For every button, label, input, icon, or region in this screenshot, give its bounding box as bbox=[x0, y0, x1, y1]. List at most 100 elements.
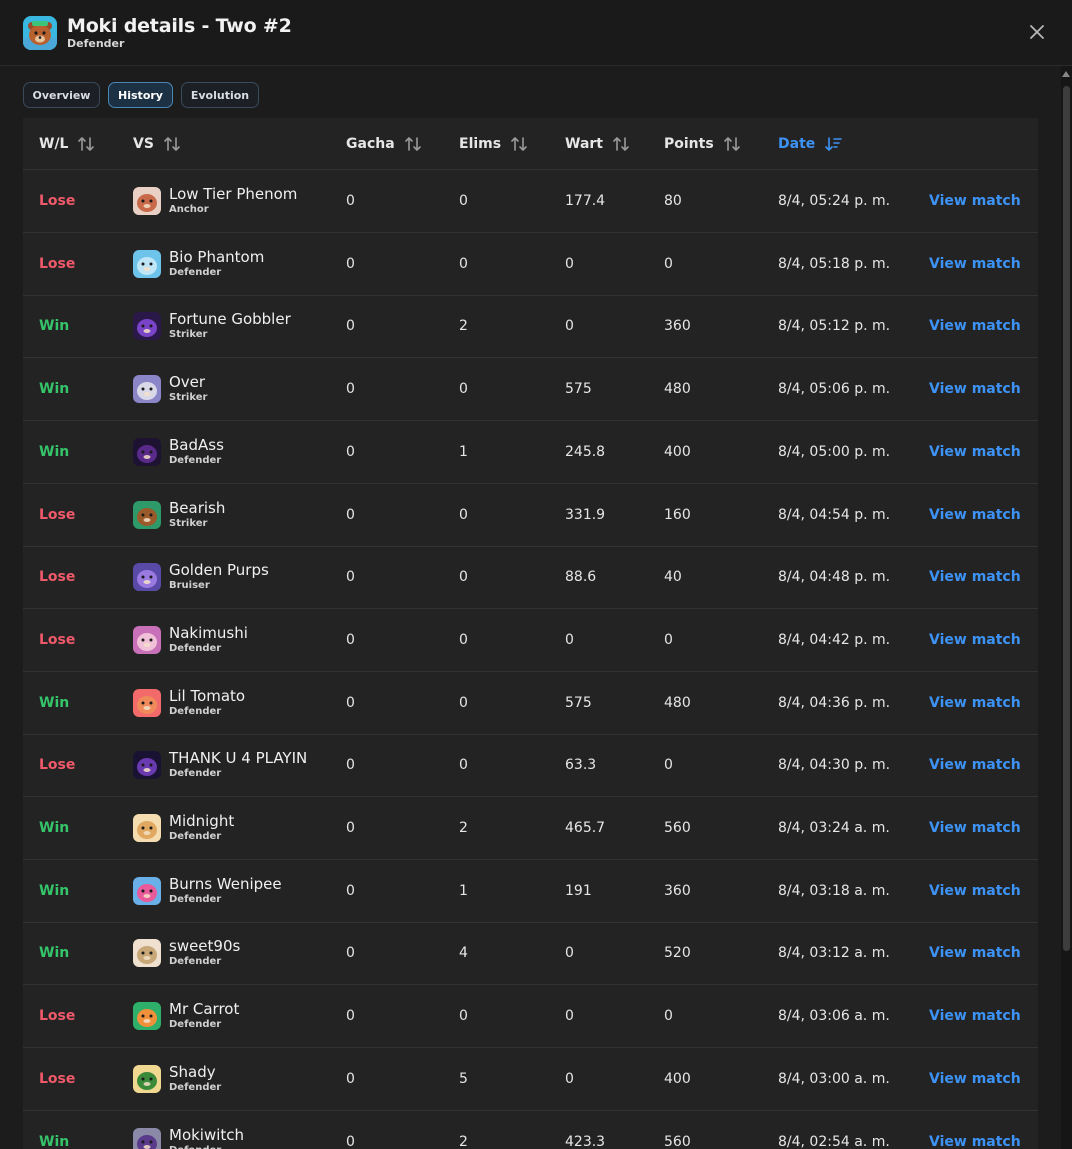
table-row: Win Fortune Gobbler Striker 0 2 0 360 8/… bbox=[23, 295, 1038, 359]
opponent-role: Defender bbox=[169, 1019, 222, 1031]
opponent-avatar-icon bbox=[133, 1064, 161, 1093]
wart-cell: 88.6 bbox=[565, 569, 597, 586]
gacha-cell: 0 bbox=[346, 882, 355, 899]
view-match-link[interactable]: View match bbox=[929, 233, 1021, 295]
column-header-gacha[interactable]: Gacha bbox=[346, 135, 422, 153]
result-cell: Win bbox=[39, 882, 70, 899]
table-row: Lose THANK U 4 PLAYIN Defender 0 0 63.3 … bbox=[23, 734, 1038, 798]
opponent-name: Shady bbox=[169, 1062, 216, 1081]
elims-cell: 0 bbox=[459, 694, 468, 711]
gacha-cell: 0 bbox=[346, 1008, 355, 1025]
column-header-points[interactable]: Points bbox=[664, 135, 741, 153]
column-header-elims[interactable]: Elims bbox=[459, 135, 528, 153]
opponent-role: Defender bbox=[169, 266, 222, 278]
gacha-cell: 0 bbox=[346, 1070, 355, 1087]
opponent-cell[interactable]: Fortune Gobbler Striker bbox=[133, 295, 291, 357]
points-cell: 40 bbox=[664, 569, 682, 586]
gacha-cell: 0 bbox=[346, 506, 355, 523]
opponent-role: Defender bbox=[169, 1145, 244, 1149]
opponent-cell[interactable]: Bearish Striker bbox=[133, 484, 225, 546]
sort-icon bbox=[723, 137, 740, 151]
opponent-name: THANK U 4 PLAYIN bbox=[169, 749, 308, 768]
table-row: Win Burns Wenipee Defender 0 1 191 360 8… bbox=[23, 860, 1038, 923]
column-label: VS bbox=[133, 136, 154, 152]
column-header-vs[interactable]: VS bbox=[133, 135, 181, 153]
wart-cell: 575 bbox=[565, 694, 592, 711]
table-row: Lose Shady Defender 0 5 0 400 8/4, 03:00… bbox=[23, 1048, 1038, 1111]
elims-cell: 0 bbox=[459, 631, 468, 648]
view-match-link[interactable]: View match bbox=[929, 860, 1021, 922]
date-cell: 8/4, 04:48 p. m. bbox=[778, 569, 891, 586]
result-cell: Win bbox=[39, 820, 70, 836]
column-label: Date bbox=[778, 136, 816, 152]
scrollbar[interactable] bbox=[1061, 66, 1072, 1149]
points-cell: 560 bbox=[664, 820, 691, 836]
wart-cell: 0 bbox=[565, 1008, 574, 1025]
opponent-cell[interactable]: Over Striker bbox=[133, 358, 207, 420]
opponent-cell[interactable]: THANK U 4 PLAYIN Defender bbox=[133, 734, 307, 796]
view-match-link[interactable]: View match bbox=[929, 985, 1021, 1047]
opponent-cell[interactable]: Golden Purps Bruiser bbox=[133, 546, 269, 608]
column-header-wart[interactable]: Wart bbox=[565, 135, 630, 153]
sort-icon bbox=[164, 137, 180, 151]
wart-cell: 0 bbox=[565, 255, 574, 272]
date-cell: 8/4, 03:24 a. m. bbox=[778, 820, 890, 836]
scrollbar-thumb[interactable] bbox=[1063, 86, 1070, 951]
opponent-avatar-icon bbox=[133, 249, 161, 278]
table-row: Win Over Striker 0 0 575 480 8/4, 05:06 … bbox=[23, 358, 1038, 422]
sort-descending-icon bbox=[825, 137, 843, 151]
opponent-name: sweet90s bbox=[169, 937, 241, 956]
table-row: Lose Golden Purps Bruiser 0 0 88.6 40 8/… bbox=[23, 546, 1038, 610]
opponent-cell[interactable]: Mokiwitch Defender bbox=[133, 1111, 244, 1149]
opponent-cell[interactable]: Midnight Defender bbox=[133, 797, 234, 859]
opponent-avatar-icon bbox=[133, 751, 161, 780]
opponent-role: Bruiser bbox=[169, 580, 210, 592]
gacha-cell: 0 bbox=[346, 631, 355, 648]
opponent-cell[interactable]: Mr Carrot Defender bbox=[133, 985, 239, 1047]
column-header-wl[interactable]: W/L bbox=[39, 135, 95, 153]
opponent-cell[interactable]: BadAss Defender bbox=[133, 421, 224, 483]
table-row: Lose Low Tier Phenom Anchor 0 0 177.4 80… bbox=[23, 170, 1038, 233]
wart-cell: 575 bbox=[565, 381, 592, 398]
view-match-link[interactable]: View match bbox=[929, 922, 1021, 984]
view-match-link[interactable]: View match bbox=[929, 797, 1021, 859]
view-match-link[interactable]: View match bbox=[929, 421, 1021, 483]
points-cell: 480 bbox=[664, 381, 691, 398]
view-match-link[interactable]: View match bbox=[929, 609, 1021, 671]
opponent-cell[interactable]: Bio Phantom Defender bbox=[133, 233, 264, 295]
view-match-link[interactable]: View match bbox=[929, 1048, 1021, 1110]
opponent-cell[interactable]: Shady Defender bbox=[133, 1048, 221, 1110]
date-cell: 8/4, 03:00 a. m. bbox=[778, 1070, 890, 1087]
points-cell: 160 bbox=[664, 506, 691, 523]
tab-overview[interactable]: Overview bbox=[23, 82, 100, 108]
column-header-date[interactable]: Date bbox=[778, 135, 843, 153]
elims-cell: 1 bbox=[459, 882, 468, 899]
opponent-cell[interactable]: sweet90s Defender bbox=[133, 922, 240, 984]
tab-evolution[interactable]: Evolution bbox=[181, 82, 259, 108]
elims-cell: 0 bbox=[459, 381, 468, 398]
column-label: W/L bbox=[39, 136, 69, 152]
view-match-link[interactable]: View match bbox=[929, 546, 1021, 608]
wart-cell: 331.9 bbox=[565, 506, 606, 523]
opponent-cell[interactable]: Nakimushi Defender bbox=[133, 609, 248, 671]
view-match-link[interactable]: View match bbox=[929, 672, 1021, 734]
scroll-up-icon[interactable] bbox=[1062, 71, 1070, 77]
opponent-avatar-icon bbox=[133, 814, 161, 842]
view-match-link[interactable]: View match bbox=[929, 484, 1021, 546]
view-match-link[interactable]: View match bbox=[929, 1111, 1021, 1149]
opponent-cell[interactable]: Low Tier Phenom Anchor bbox=[133, 170, 297, 232]
close-button[interactable] bbox=[1026, 21, 1048, 43]
view-match-link[interactable]: View match bbox=[929, 295, 1021, 357]
gacha-cell: 0 bbox=[346, 381, 355, 398]
opponent-avatar-icon bbox=[133, 437, 161, 466]
elims-cell: 0 bbox=[459, 1008, 468, 1025]
date-cell: 8/4, 04:36 p. m. bbox=[778, 694, 891, 711]
view-match-link[interactable]: View match bbox=[929, 170, 1021, 232]
view-match-link[interactable]: View match bbox=[929, 358, 1021, 420]
tab-history[interactable]: History bbox=[108, 82, 173, 108]
view-match-link[interactable]: View match bbox=[929, 734, 1021, 796]
opponent-role: Striker bbox=[169, 517, 208, 529]
wart-cell: 191 bbox=[565, 882, 592, 899]
opponent-cell[interactable]: Burns Wenipee Defender bbox=[133, 860, 282, 922]
opponent-cell[interactable]: Lil Tomato Defender bbox=[133, 672, 245, 734]
